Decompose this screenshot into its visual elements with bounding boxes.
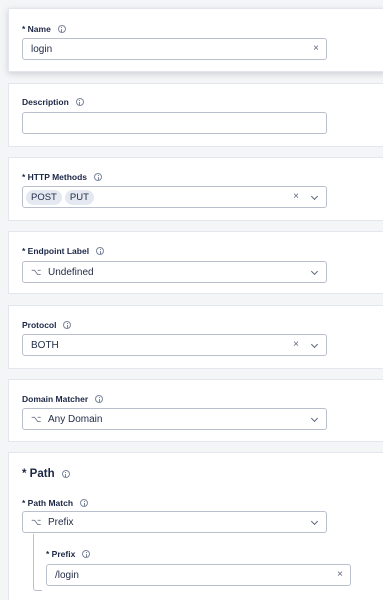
protocol-label: Protocol <box>22 320 57 330</box>
branch-icon: ⌥ <box>31 516 42 527</box>
domain-matcher-card: Domain Matcher ⌥ Any Domain <box>8 379 383 442</box>
info-icon[interactable] <box>96 247 105 255</box>
domain-matcher-label-row: Domain Matcher <box>22 394 104 404</box>
branch-icon: ⌥ <box>31 266 42 277</box>
chevron-down-icon[interactable] <box>310 340 319 349</box>
clear-icon[interactable]: × <box>293 340 299 350</box>
http-methods-label-row: * HTTP Methods <box>22 172 103 182</box>
chevron-down-icon[interactable] <box>310 267 319 276</box>
chevron-down-icon[interactable] <box>310 192 319 201</box>
name-input[interactable]: login × <box>22 38 327 60</box>
protocol-card: Protocol BOTH × <box>8 305 383 369</box>
info-icon[interactable] <box>95 395 104 403</box>
domain-matcher-label: Domain Matcher <box>22 394 89 404</box>
description-card: Description <box>8 83 383 147</box>
path-match-label-row: * Path Match <box>22 498 89 508</box>
http-methods-select[interactable]: POST PUT × <box>22 186 327 208</box>
protocol-label-row: Protocol <box>22 320 72 330</box>
chevron-down-icon[interactable] <box>310 414 319 423</box>
endpoint-label-select[interactable]: ⌥ Undefined <box>22 261 327 283</box>
chevron-down-icon[interactable] <box>310 517 319 526</box>
description-input[interactable] <box>22 112 327 134</box>
name-input-value: login <box>31 43 53 55</box>
prefix-input[interactable]: /login × <box>46 564 351 586</box>
name-card: * Name login × <box>8 8 383 72</box>
path-title: * Path <box>22 468 55 480</box>
endpoint-label-card: * Endpoint Label ⌥ Undefined <box>8 231 383 294</box>
path-title-row: * Path <box>22 468 70 480</box>
path-card: * Path * Path Match ⌥ Prefix * Prefix /l… <box>8 452 383 600</box>
endpoint-label-label-row: * Endpoint Label <box>22 246 105 256</box>
endpoint-label-label: * Endpoint Label <box>22 246 90 256</box>
branch-icon: ⌥ <box>31 413 42 424</box>
name-label: * Name <box>22 24 51 34</box>
http-methods-chips: POST PUT <box>26 189 97 205</box>
protocol-value: BOTH <box>31 339 59 351</box>
name-label-row: * Name <box>22 24 66 34</box>
domain-matcher-select[interactable]: ⌥ Any Domain <box>22 408 327 430</box>
method-chip[interactable]: POST <box>26 189 62 205</box>
info-icon[interactable] <box>75 98 84 106</box>
http-methods-label: * HTTP Methods <box>22 172 88 182</box>
path-match-value: Prefix <box>48 516 74 528</box>
path-match-select[interactable]: ⌥ Prefix <box>22 511 327 533</box>
domain-matcher-value: Any Domain <box>48 413 103 425</box>
info-icon[interactable] <box>63 321 72 329</box>
description-label-row: Description <box>22 97 84 107</box>
tree-connector <box>33 534 42 591</box>
method-chip[interactable]: PUT <box>64 189 94 205</box>
clear-icon[interactable]: × <box>337 570 343 580</box>
info-icon[interactable] <box>57 25 66 33</box>
http-methods-card: * HTTP Methods POST PUT × <box>8 157 383 221</box>
info-icon[interactable] <box>82 550 91 558</box>
prefix-label-row: * Prefix <box>46 549 91 559</box>
protocol-select[interactable]: BOTH × <box>22 334 327 356</box>
clear-icon[interactable]: × <box>313 44 319 54</box>
info-icon[interactable] <box>80 499 89 507</box>
endpoint-label-value: Undefined <box>48 266 94 278</box>
path-match-label: * Path Match <box>22 498 74 508</box>
info-icon[interactable] <box>61 470 70 478</box>
description-label: Description <box>22 97 69 107</box>
prefix-label: * Prefix <box>46 549 76 559</box>
prefix-input-value: /login <box>55 569 79 581</box>
clear-icon[interactable]: × <box>293 192 299 202</box>
info-icon[interactable] <box>94 173 103 181</box>
